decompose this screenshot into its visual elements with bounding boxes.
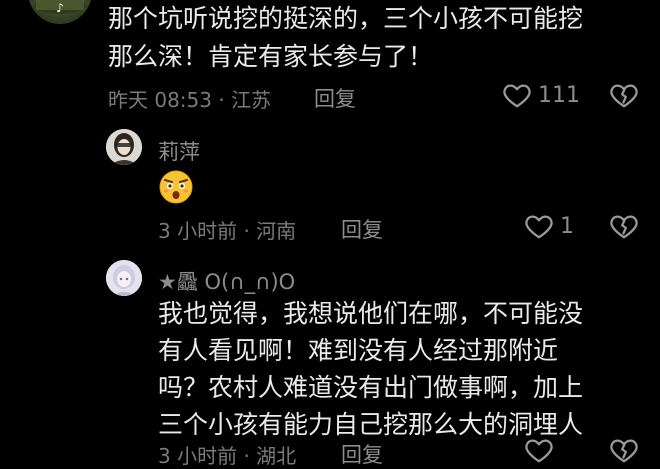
reply-button[interactable]: 回复 bbox=[341, 214, 383, 244]
avatar-image-icon bbox=[106, 129, 142, 165]
like-button[interactable]: 1 bbox=[524, 211, 574, 241]
comment-2: 莉萍 3 小时前 · 河南 回复 1 bbox=[0, 125, 660, 245]
heart-icon bbox=[503, 84, 531, 108]
comment-text-line-1: 那个坑听说挖的挺深的，三个小孩不可能挖 bbox=[108, 4, 584, 33]
comment-text-line-1: 我也觉得，我想说他们在哪，不可能没 bbox=[158, 299, 584, 328]
like-count: 1 bbox=[560, 213, 574, 239]
comment-text-line-2: 有人看见啊！难到没有人经过那附近 bbox=[158, 336, 559, 365]
avatar[interactable] bbox=[106, 260, 142, 296]
like-button[interactable] bbox=[524, 435, 554, 465]
comment-text-line-3: 吗？农村人难道没有出门做事啊，加上 bbox=[158, 373, 584, 402]
svg-text:♪: ♪ bbox=[56, 1, 64, 15]
comment-3: ★飍 O(∩_∩)O 我也觉得，我想说他们在哪，不可能没 有人看见啊！难到没有人… bbox=[0, 257, 660, 468]
like-button[interactable]: 111 bbox=[502, 80, 580, 110]
comment-time-location: 3 小时前 · 湖北 bbox=[158, 444, 297, 468]
comment-text-line-2: 那么深！肯定有家长参与了！ bbox=[108, 42, 434, 71]
reply-button[interactable]: 回复 bbox=[341, 439, 383, 469]
dislike-button[interactable] bbox=[609, 80, 639, 114]
shocked-face-icon bbox=[159, 170, 193, 204]
broken-heart-icon bbox=[610, 215, 638, 239]
like-count: 111 bbox=[538, 82, 580, 108]
username[interactable]: 莉萍 bbox=[158, 136, 200, 166]
comment-1: ♪ 那个坑听说挖的挺深的，三个小孩不可能挖 那么深！肯定有家长参与了！ 昨天 0… bbox=[0, 0, 660, 120]
avatar[interactable]: ♪ bbox=[28, 0, 92, 24]
comment-text-line-4: 三个小孩有能力自己挖那么大的洞埋人 bbox=[158, 410, 584, 439]
heart-icon bbox=[525, 215, 553, 239]
broken-heart-icon bbox=[610, 439, 638, 463]
username[interactable]: ★飍 O(∩_∩)O bbox=[158, 266, 295, 296]
comment-time-location: 昨天 08:53 · 江苏 bbox=[108, 88, 272, 112]
comment-time-location: 3 小时前 · 河南 bbox=[158, 219, 297, 243]
avatar[interactable] bbox=[106, 129, 142, 165]
avatar-image-icon: ♪ bbox=[34, 0, 86, 15]
reply-button[interactable]: 回复 bbox=[314, 83, 356, 113]
comment-emoji bbox=[158, 169, 194, 209]
dislike-button[interactable] bbox=[609, 435, 639, 469]
dislike-button[interactable] bbox=[609, 211, 639, 245]
broken-heart-icon bbox=[610, 84, 638, 108]
heart-icon bbox=[525, 439, 553, 463]
avatar-image-icon bbox=[106, 260, 142, 296]
